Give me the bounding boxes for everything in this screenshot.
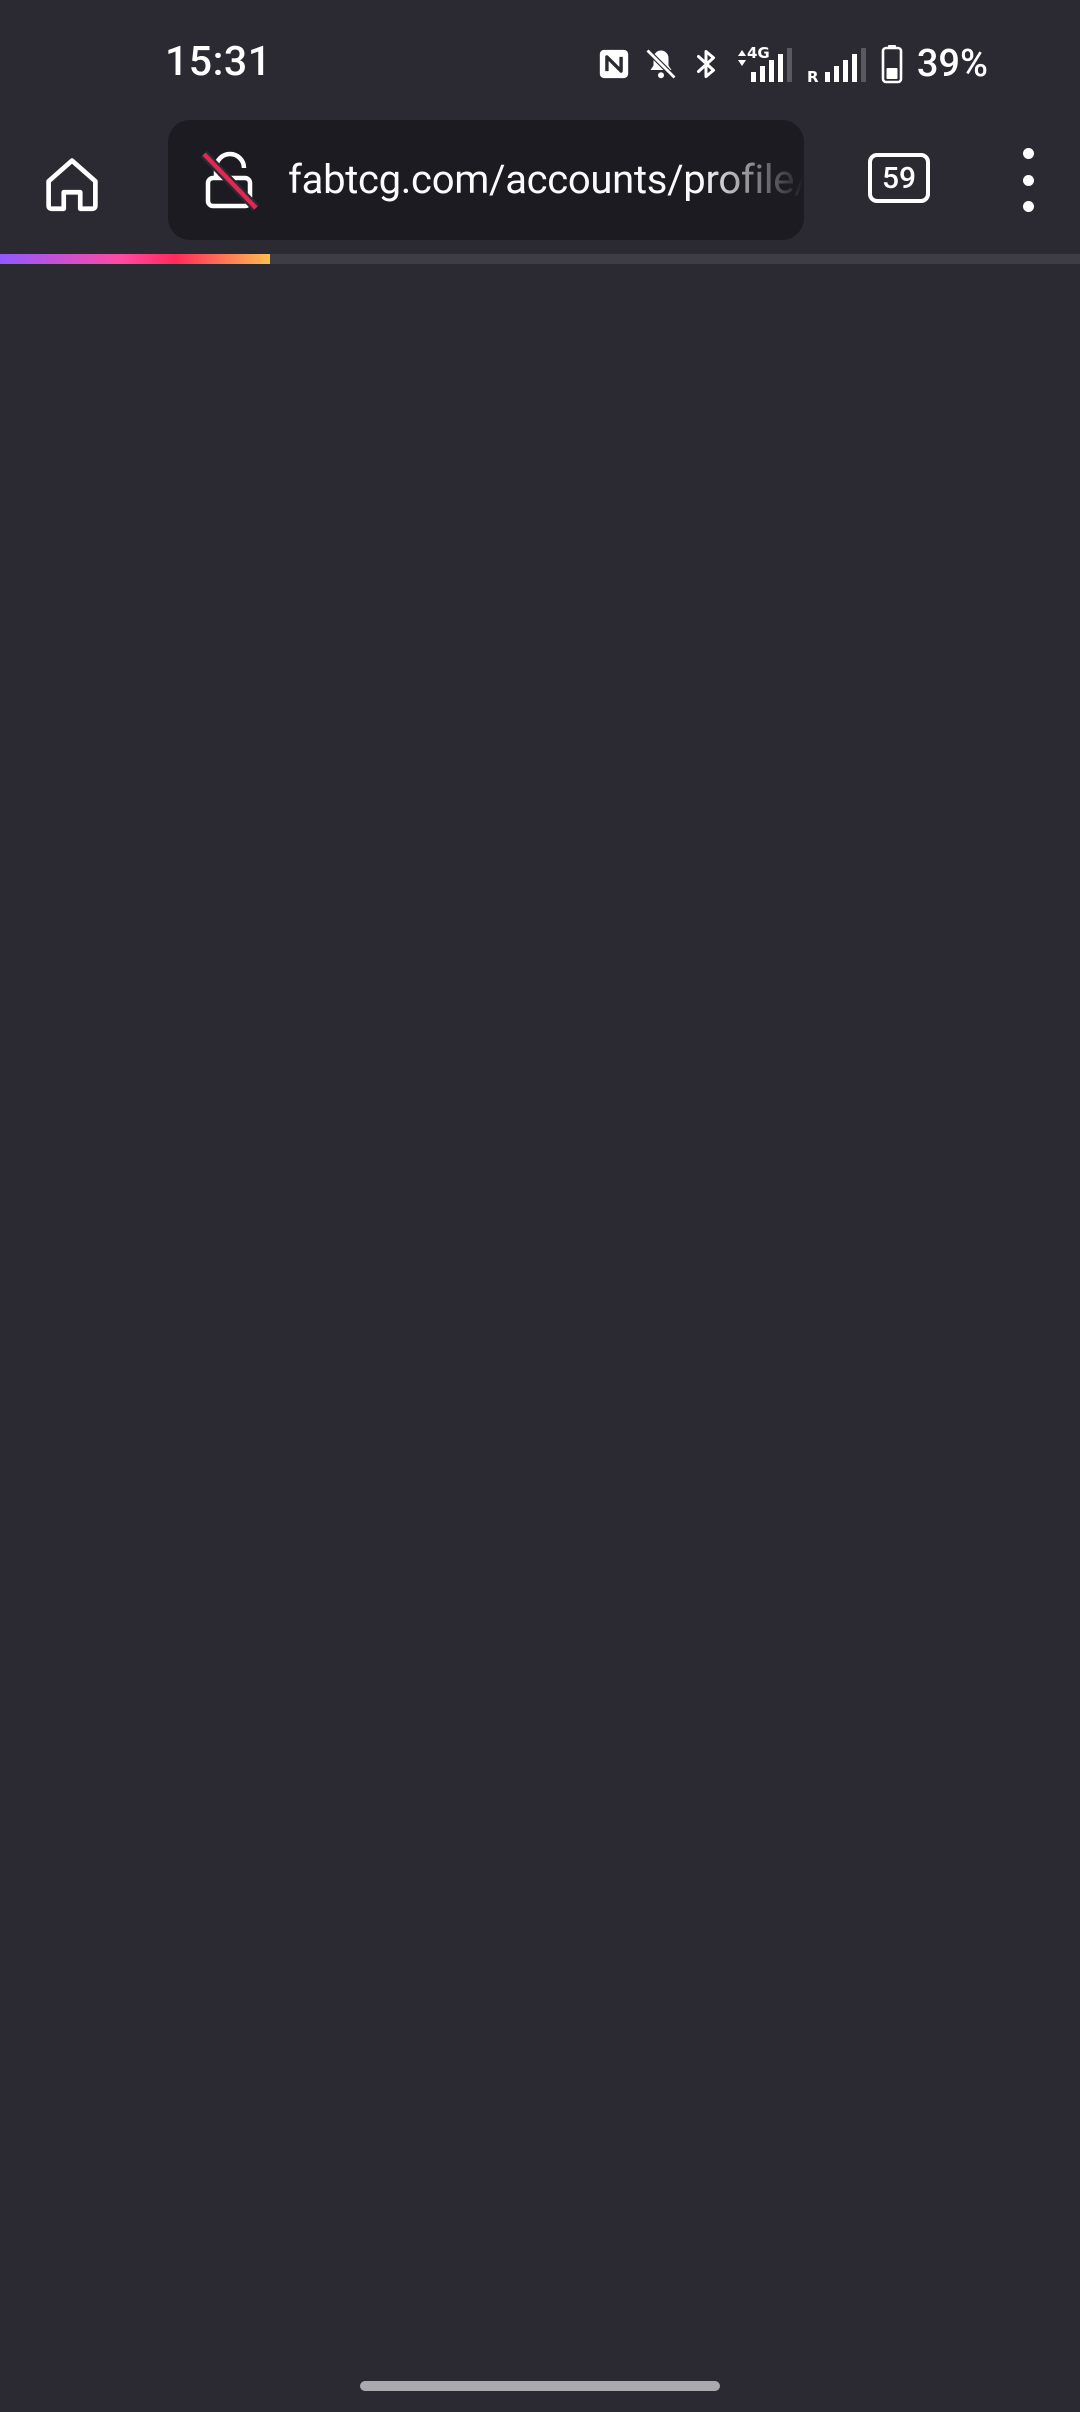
menu-dot (1022, 201, 1034, 212)
svg-text:4G: 4G (747, 44, 770, 62)
status-bar: 15:31 4G R 39% (0, 0, 1080, 120)
url-text[interactable]: fabtcg.com/accounts/profile/r (288, 154, 804, 206)
signal-roaming-icon: R (807, 48, 866, 84)
web-content-area[interactable] (0, 264, 1080, 2412)
url-bar[interactable]: fabtcg.com/accounts/profile/r (168, 120, 804, 240)
battery-percent: 39% (916, 42, 988, 86)
more-vert-button[interactable] (1004, 148, 1052, 212)
mobile-data-4g-icon: 4G (737, 44, 792, 82)
nfc-icon (599, 49, 628, 79)
gesture-navigation-handle[interactable] (360, 2381, 720, 2391)
home-button[interactable] (30, 142, 114, 226)
home-icon (46, 158, 98, 212)
menu-dot (1022, 174, 1034, 186)
battery-icon (881, 45, 903, 84)
page-load-progress (0, 254, 1080, 264)
status-icons: 4G R 39% (597, 40, 988, 88)
menu-dot (1022, 148, 1034, 159)
insecure-lock-icon[interactable] (198, 148, 262, 212)
page-load-progress-fill (0, 254, 270, 264)
bell-muted-icon (645, 48, 677, 80)
tabs-counter-button[interactable]: 59 (868, 153, 930, 203)
status-time: 15:31 (165, 38, 272, 86)
browser-toolbar: fabtcg.com/accounts/profile/r 59 (0, 120, 1080, 254)
svg-text:R: R (807, 68, 819, 84)
bluetooth-icon (696, 50, 715, 78)
